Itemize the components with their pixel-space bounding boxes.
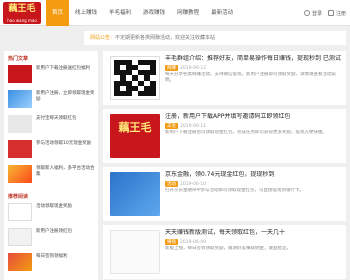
login-label: 登录	[311, 10, 322, 17]
header-actions: 登录 注册	[303, 0, 346, 26]
article-title[interactable]: 羊毛群组介绍：推荐好友，简单易操作每日赚钱，提现秒到 已测试	[165, 55, 341, 63]
nav-item-latest[interactable]: 最新活动	[205, 0, 239, 26]
article-date: 2019-06-10	[180, 181, 207, 187]
sidebar-item-text: 支付宝每天领取红包	[36, 116, 77, 121]
sidebar-thumb	[8, 115, 32, 133]
category-tag[interactable]: 羊毛	[165, 123, 178, 129]
top-header: 藕王毛 hao wang mao 首页 线上赚钱 羊毛福利 游戏赚钱 网赚教程 …	[0, 0, 350, 26]
notice-text: 不定期更新各类网赚活动，欢迎关注收藏本站	[115, 35, 216, 41]
sidebar-item-text: 活动领取现金奖励	[36, 204, 72, 209]
nav-item-online[interactable]: 线上赚钱	[69, 0, 103, 26]
sidebar-thumb	[8, 140, 32, 158]
article-card[interactable]: 羊毛群组介绍：推荐好友，简单易操作每日赚钱，提现秒到 已测试 网赚 2019-0…	[103, 51, 346, 105]
sidebar-item-text: 参与活动领取10元现金奖励	[36, 141, 92, 146]
article-meta: 羊毛 2019-06-11	[165, 123, 206, 129]
sidebar-item[interactable]: 参与活动领取10元现金奖励	[8, 139, 96, 161]
sidebar-item[interactable]: 新用户下载注册送红包福利	[8, 64, 96, 86]
sidebar-thumb	[8, 65, 32, 83]
article-excerpt: 新版上线，每日签到领取奖励，邀请好友赚取佣金，收益稳定。	[165, 246, 291, 251]
category-tag[interactable]: 赚钱	[165, 239, 178, 245]
sidebar-item-text: 领取新人福利，多平台活动合集	[36, 166, 95, 177]
sidebar-item-text: 新用户注册领红包	[36, 229, 72, 234]
article-date: 2019-06-12	[180, 65, 207, 71]
sidebar-item[interactable]: 领取新人福利，多平台活动合集	[8, 164, 96, 186]
sidebar-item[interactable]: 活动领取现金奖励	[8, 202, 96, 224]
article-feed: 羊毛群组介绍：推荐好友，简单易操作每日赚钱，提现秒到 已测试 网赚 2019-0…	[103, 51, 346, 280]
article-date: 2019-06-11	[180, 123, 207, 129]
sidebar-item-text: 新用户注册，立即领取现金奖励	[36, 91, 95, 102]
article-card[interactable]: 京东金融，领0.74元现金红包，提现秒到 活动 2019-06-10 打开京东金…	[103, 167, 346, 221]
logo-text: 藕王毛	[8, 4, 36, 14]
qr-code-thumbnail	[110, 56, 160, 100]
article-title[interactable]: 天天赚钱新版测试，每天领取红包，一天几十	[165, 229, 341, 237]
article-meta: 赚钱 2019-06-09	[165, 239, 206, 245]
sidebar-thumb	[8, 253, 32, 271]
sidebar-item[interactable]: 新用户注册领红包	[8, 227, 96, 249]
register-link[interactable]: 注册	[327, 10, 346, 17]
article-meta: 网赚 2019-06-12	[165, 65, 206, 71]
sidebar-thumb	[8, 203, 32, 221]
article-card[interactable]: 天天赚钱新版测试，每天领取红包，一天几十 赚钱 2019-06-09 新版上线，…	[103, 225, 346, 279]
category-tag[interactable]: 活动	[165, 181, 178, 187]
article-thumbnail	[110, 230, 160, 274]
register-label: 注册	[335, 10, 346, 17]
site-logo[interactable]: 藕王毛 hao wang mao	[3, 2, 41, 24]
article-title[interactable]: 注册，新用户下载APP并填写邀请码立即领红包	[165, 113, 341, 121]
sidebar-thumb	[8, 165, 32, 183]
brand-thumbnail: 藕王毛	[110, 114, 160, 158]
category-tag[interactable]: 网赚	[165, 65, 178, 71]
sidebar-item[interactable]: 支付宝每天领取红包	[8, 114, 96, 136]
sidebar-thumb	[8, 228, 32, 246]
sidebar-item[interactable]: 每日签到领福利	[8, 252, 96, 274]
nav-item-tutorial[interactable]: 网赚教程	[171, 0, 205, 26]
user-icon	[303, 10, 310, 16]
article-excerpt: 每天分享各类网赚活动，支持微信提现，新用户注册即可领取奖励，详情请查看活动说明。	[165, 72, 336, 83]
article-thumbnail	[110, 172, 160, 216]
article-title[interactable]: 京东金融，领0.74元现金红包，提现秒到	[165, 171, 341, 179]
article-excerpt: 新用户下载注册后可领取现金红包，完成任务即可获得更多奖励，提现方便快捷。	[165, 130, 327, 135]
sidebar-section-title: 推荐阅读	[8, 194, 29, 200]
sidebar-item[interactable]: 新用户注册，立即领取现金奖励	[8, 89, 96, 111]
nav-item-home[interactable]: 首页	[46, 0, 70, 26]
logo-subtext: hao wang mao	[7, 18, 37, 23]
login-link[interactable]: 登录	[303, 10, 322, 17]
sidebar-item-text: 每日签到领福利	[36, 254, 68, 259]
register-icon	[327, 10, 334, 16]
sidebar: 热门文章 新用户下载注册送红包福利 新用户注册，立即领取现金奖励 支付宝每天领取…	[4, 51, 98, 280]
nav-item-welfare[interactable]: 羊毛福利	[103, 0, 137, 26]
sidebar-thumb	[8, 90, 32, 108]
article-card[interactable]: 藕王毛 注册，新用户下载APP并填写邀请码立即领红包 羊毛 2019-06-11…	[103, 109, 346, 163]
notice-prefix: 网站公告：	[90, 35, 116, 41]
sidebar-item-text: 新用户下载注册送红包福利	[36, 66, 90, 71]
nav-item-games[interactable]: 游戏赚钱	[137, 0, 171, 26]
article-date: 2019-06-09	[180, 239, 207, 245]
article-meta: 活动 2019-06-10	[165, 181, 206, 187]
sidebar-section-title: 热门文章	[8, 56, 29, 62]
main-nav: 首页 线上赚钱 羊毛福利 游戏赚钱 网赚教程 最新活动	[46, 0, 239, 26]
article-excerpt: 打开京东金融APP参与活动即可领取现金红包，可直接提现到银行卡。	[165, 188, 305, 193]
site-notice: 网站公告：不定期更新各类网赚活动，欢迎关注收藏本站	[84, 31, 346, 45]
